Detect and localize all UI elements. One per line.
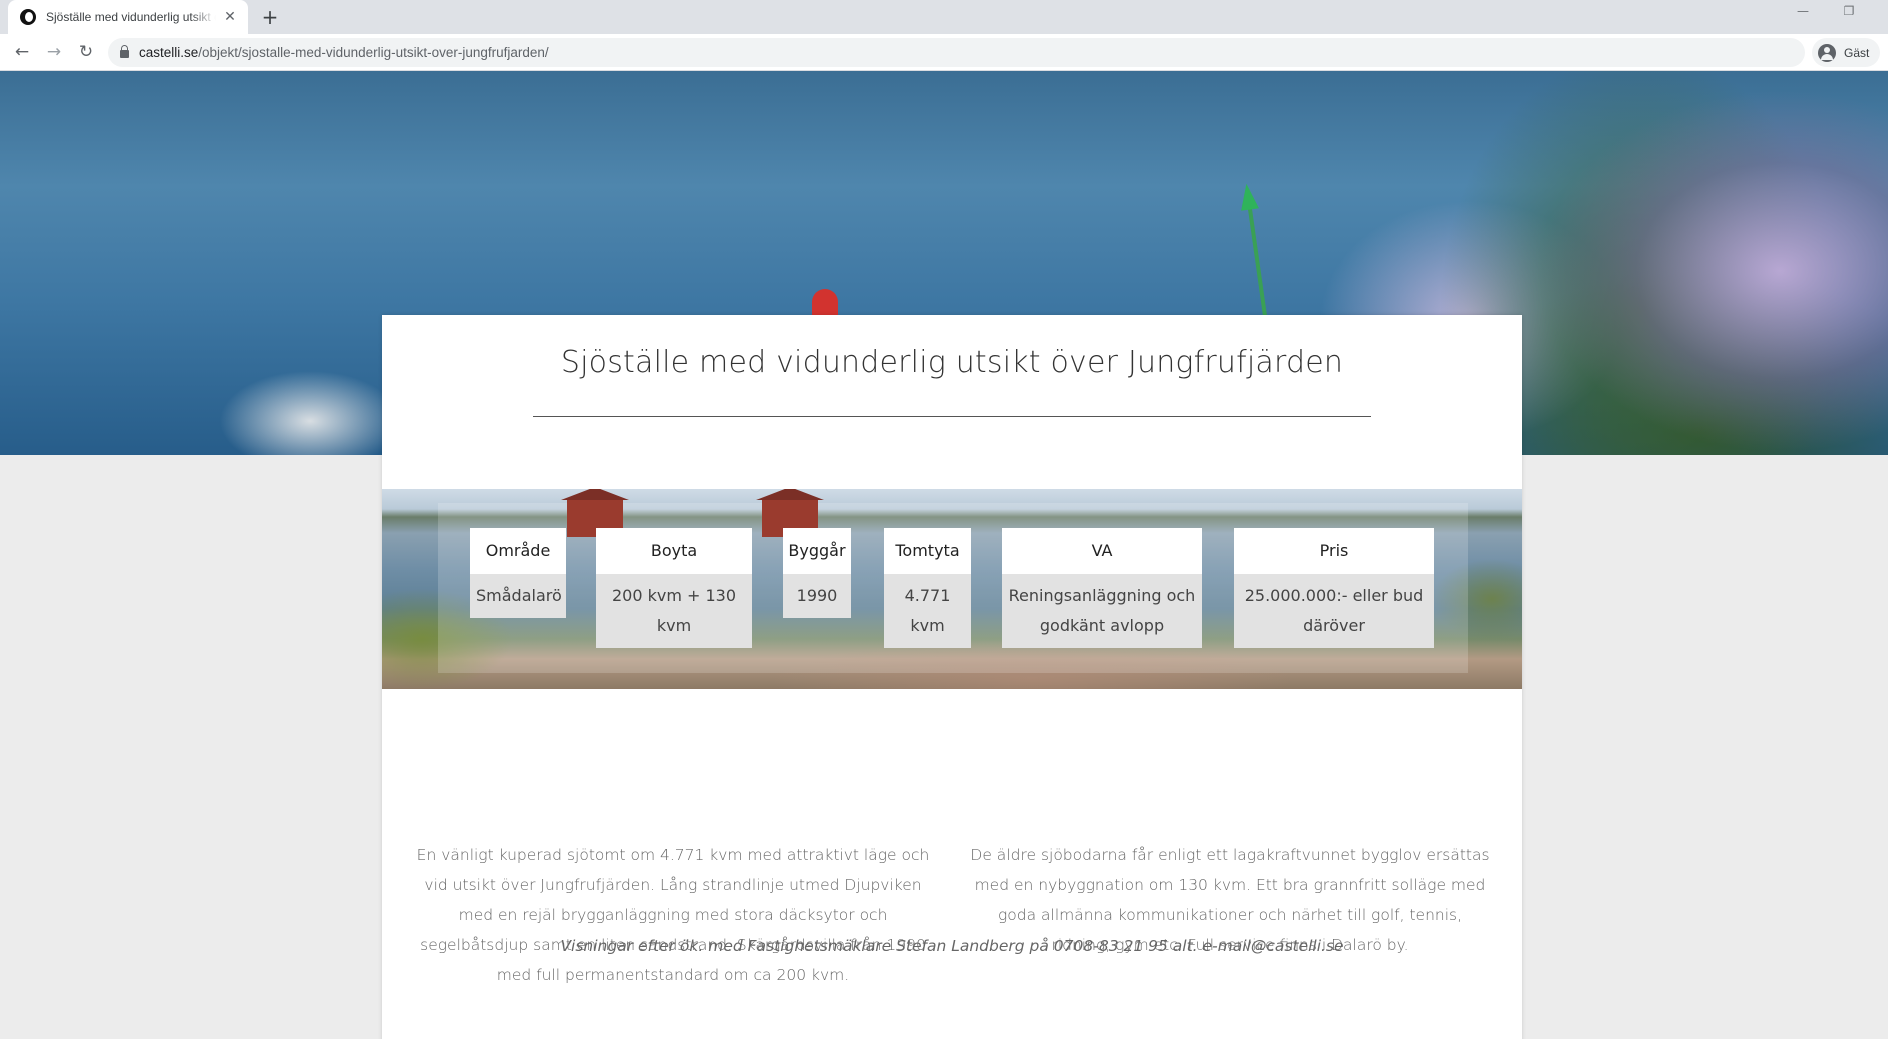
fact-label: Byggår: [783, 528, 851, 574]
description-left: En vänligt kuperad sjötomt om 4.771 kvm …: [416, 846, 930, 984]
address-bar[interactable]: castelli.se/objekt/sjostalle-med-vidunde…: [108, 38, 1805, 67]
fact-label: VA: [1002, 528, 1202, 574]
reload-icon[interactable]: ↻: [74, 40, 98, 64]
fact-label: Tomtyta: [884, 528, 971, 574]
minimize-icon[interactable]: —: [1780, 4, 1826, 18]
facts-banner: Område Smådalarö Boyta 200 kvm + 130 kvm…: [382, 489, 1522, 689]
content-card: Sjöställe med vidunderlig utsikt över Ju…: [382, 315, 1522, 1039]
green-buoy-icon: [1245, 189, 1269, 329]
fact-label: Boyta: [596, 528, 752, 574]
fact-value: 4.771 kvm: [884, 574, 971, 648]
page-viewport[interactable]: Sjöställe med vidunderlig utsikt över Ju…: [0, 71, 1888, 1039]
profile-icon: [1818, 43, 1836, 62]
fact-value: 25.000.000:- eller bud däröver: [1234, 574, 1434, 648]
fact-va: VA Reningsanläggning och godkänt avlopp: [1002, 528, 1202, 648]
fact-omrade: Område Smådalarö: [470, 528, 566, 618]
back-icon[interactable]: ←: [10, 40, 34, 64]
fact-value: 200 kvm + 130 kvm: [596, 574, 752, 648]
fact-pris: Pris 25.000.000:- eller bud däröver: [1234, 528, 1434, 648]
title-divider: [533, 416, 1371, 417]
forward-icon[interactable]: →: [42, 40, 66, 64]
lock-icon: [120, 45, 129, 58]
browser-toolbar: ← → ↻ castelli.se/objekt/sjostalle-med-v…: [0, 34, 1888, 71]
close-tab-icon[interactable]: ✕: [222, 9, 238, 25]
fact-value: Smådalarö: [470, 574, 566, 618]
fact-label: Pris: [1234, 528, 1434, 574]
profile-button[interactable]: Gäst: [1812, 38, 1880, 67]
contact-info: Visningar efter ök. med Fastighetsmäklar…: [560, 937, 1344, 955]
tab-title: Sjöställe med vidunderlig utsikt över Ju…: [46, 10, 216, 24]
fact-boyta: Boyta 200 kvm + 130 kvm: [596, 528, 752, 648]
fact-label: Område: [470, 528, 566, 574]
fact-byggar: Byggår 1990: [783, 528, 851, 618]
browser-tab-strip: Sjöställe med vidunderlig utsikt över Ju…: [0, 0, 1888, 34]
url-text: castelli.se/objekt/sjostalle-med-vidunde…: [139, 45, 549, 60]
page-title: Sjöställe med vidunderlig utsikt över Ju…: [560, 345, 1344, 380]
profile-label: Gäst: [1844, 45, 1870, 60]
browser-tab[interactable]: Sjöställe med vidunderlig utsikt över Ju…: [8, 0, 248, 34]
fact-value: 1990: [783, 574, 851, 618]
site-favicon-icon: [20, 9, 36, 25]
fact-value: Reningsanläggning och godkänt avlopp: [1002, 574, 1202, 648]
red-buoy-icon: [812, 289, 838, 315]
fact-tomtyta: Tomtyta 4.771 kvm: [884, 528, 971, 648]
new-tab-button[interactable]: +: [258, 5, 282, 29]
restore-icon[interactable]: ❐: [1826, 4, 1872, 18]
